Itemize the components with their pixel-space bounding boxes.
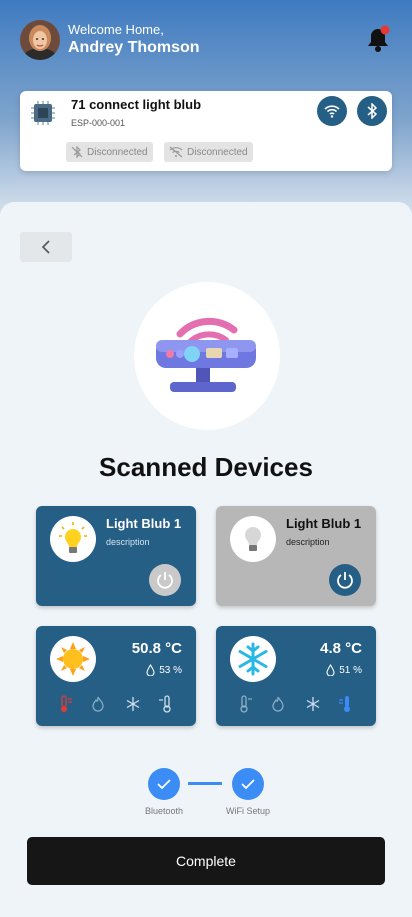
wifi-status-badge: Disconnected	[164, 142, 253, 162]
bluetooth-status-badge: Disconnected	[66, 142, 153, 162]
heat-mode-icon[interactable]	[235, 694, 255, 714]
main-panel: Scanned Devices Light Blub 1 description	[0, 202, 412, 917]
flame-mode-icon[interactable]	[88, 694, 108, 714]
droplet-icon	[326, 664, 335, 676]
humidity-readout: 53 %	[146, 664, 182, 676]
wifi-status-text: Disconnected	[187, 146, 248, 158]
heat-mode-icon[interactable]	[55, 694, 75, 714]
wifi-off-icon	[169, 146, 183, 158]
light-tile-1[interactable]: Light Blub 1 description	[36, 506, 196, 606]
step-label-bluetooth: Bluetooth	[144, 806, 184, 816]
page-title: Scanned Devices	[99, 452, 313, 482]
cool-mode-icon[interactable]	[157, 694, 177, 714]
complete-button[interactable]: Complete	[27, 837, 385, 885]
snowflake-icon	[230, 636, 276, 682]
avatar[interactable]	[20, 20, 60, 60]
device-title: 71 connect light blub	[71, 97, 202, 112]
sun-icon	[50, 636, 96, 682]
wifi-button[interactable]	[317, 96, 347, 126]
welcome-block: Welcome Home, Andrey Thomson	[68, 22, 200, 58]
chevron-left-icon	[41, 240, 50, 254]
humidity-value: 51 %	[339, 664, 362, 676]
snowflake-mode-icon[interactable]	[303, 694, 323, 714]
bluetooth-icon	[367, 103, 378, 119]
hero-illustration	[134, 282, 280, 430]
step-label-wifi: WiFi Setup	[225, 806, 270, 816]
step-wifi	[232, 768, 264, 800]
light-tile-2[interactable]: Light Blub 1 description	[216, 506, 376, 606]
user-name: Andrey Thomson	[68, 39, 200, 56]
thermo-tile-cold[interactable]: 4.8 °C 51 %	[216, 626, 376, 726]
notification-bell-icon[interactable]	[364, 24, 392, 54]
chip-icon	[30, 100, 56, 126]
bluetooth-status-text: Disconnected	[87, 146, 148, 158]
device-card[interactable]: 71 connect light blub ESP-000-001 Discon…	[20, 91, 392, 171]
droplet-icon	[146, 664, 155, 676]
step-connector	[188, 782, 222, 785]
power-button[interactable]	[149, 564, 181, 596]
bulb-on-icon	[50, 516, 96, 562]
device-id: ESP-000-001	[71, 118, 126, 128]
notification-badge	[380, 25, 390, 35]
router-icon	[156, 317, 256, 392]
thermo-tile-hot[interactable]: 50.8 °C 53 %	[36, 626, 196, 726]
bulb-off-icon	[230, 516, 276, 562]
power-icon	[337, 572, 353, 589]
temperature-value: 50.8 °C	[131, 640, 182, 657]
app-header: Welcome Home, Andrey Thomson	[20, 18, 392, 62]
power-icon	[157, 572, 173, 589]
tile-name: Light Blub 1	[286, 516, 362, 531]
cool-mode-icon[interactable]	[337, 694, 357, 714]
humidity-value: 53 %	[159, 664, 182, 676]
back-button[interactable]	[20, 232, 72, 262]
step-bluetooth	[148, 768, 180, 800]
wifi-icon	[324, 105, 340, 118]
check-icon	[157, 779, 171, 790]
tile-name: Light Blub 1	[106, 516, 182, 531]
bluetooth-button[interactable]	[357, 96, 387, 126]
tile-description: description	[286, 537, 330, 547]
flame-mode-icon[interactable]	[268, 694, 288, 714]
snowflake-mode-icon[interactable]	[123, 694, 143, 714]
check-icon	[241, 779, 255, 790]
humidity-readout: 51 %	[326, 664, 362, 676]
temperature-value: 4.8 °C	[320, 640, 362, 657]
welcome-text: Welcome Home,	[68, 22, 164, 37]
tile-description: description	[106, 537, 150, 547]
bluetooth-off-icon	[71, 146, 83, 158]
power-button[interactable]	[329, 564, 361, 596]
